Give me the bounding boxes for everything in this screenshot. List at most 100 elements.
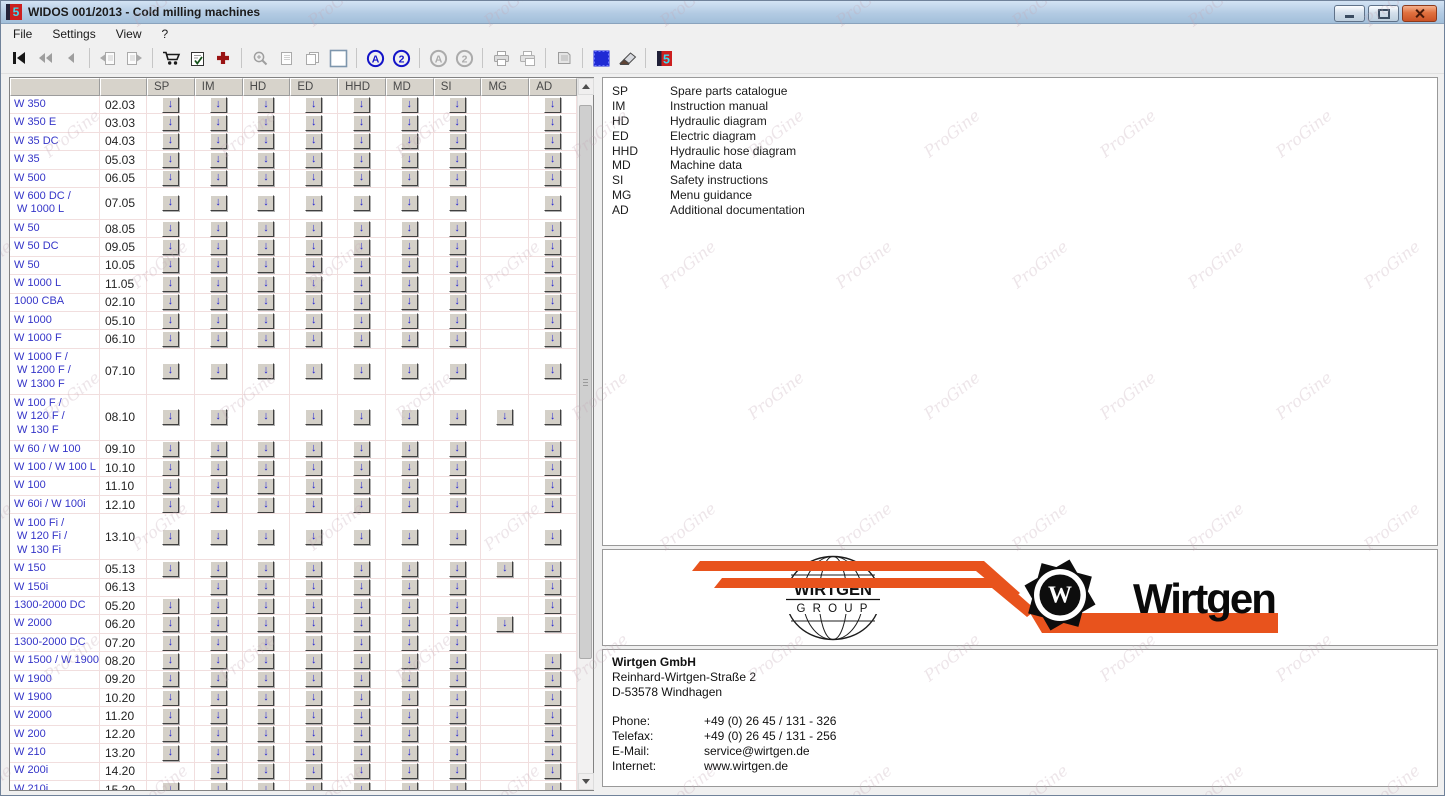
download-button-ad[interactable]: ↓ <box>544 598 561 614</box>
maximize-button[interactable] <box>1368 5 1399 22</box>
download-button-md[interactable]: ↓ <box>401 745 418 761</box>
download-button-im[interactable]: ↓ <box>210 152 227 168</box>
scroll-thumb[interactable] <box>579 105 592 659</box>
download-button-ad[interactable]: ↓ <box>544 115 561 131</box>
download-button-ed[interactable]: ↓ <box>305 195 322 211</box>
download-button-md[interactable]: ↓ <box>401 257 418 273</box>
download-button-ed[interactable]: ↓ <box>305 441 322 457</box>
download-button-ad[interactable]: ↓ <box>544 653 561 669</box>
download-button-sp[interactable]: ↓ <box>162 441 179 457</box>
download-button-ed[interactable]: ↓ <box>305 561 322 577</box>
download-button-sp[interactable]: ↓ <box>162 460 179 476</box>
download-button-ad[interactable]: ↓ <box>544 708 561 724</box>
download-button-hd[interactable]: ↓ <box>257 635 274 651</box>
download-button-hd[interactable]: ↓ <box>257 313 274 329</box>
download-button-si[interactable]: ↓ <box>449 708 466 724</box>
download-button-im[interactable]: ↓ <box>210 294 227 310</box>
download-button-ad[interactable]: ↓ <box>544 460 561 476</box>
page-back-button[interactable] <box>95 46 121 71</box>
download-button-hhd[interactable]: ↓ <box>353 460 370 476</box>
download-button-si[interactable]: ↓ <box>449 671 466 687</box>
download-button-si[interactable]: ↓ <box>449 598 466 614</box>
download-button-hhd[interactable]: ↓ <box>353 478 370 494</box>
download-button-ed[interactable]: ↓ <box>305 133 322 149</box>
first-record-button[interactable] <box>6 46 32 71</box>
close-button[interactable] <box>1402 5 1437 22</box>
page-copy-button[interactable] <box>299 46 325 71</box>
page-view-button[interactable] <box>273 46 299 71</box>
download-button-im[interactable]: ↓ <box>210 671 227 687</box>
download-button-ed[interactable]: ↓ <box>305 239 322 255</box>
download-button-si[interactable]: ↓ <box>449 635 466 651</box>
download-button-si[interactable]: ↓ <box>449 763 466 779</box>
selection-box-button[interactable] <box>325 46 351 71</box>
download-button-ad[interactable]: ↓ <box>544 478 561 494</box>
download-button-si[interactable]: ↓ <box>449 745 466 761</box>
download-button-md[interactable]: ↓ <box>401 653 418 669</box>
machine-link[interactable]: 1000 CBA <box>10 294 100 311</box>
download-button-ad[interactable]: ↓ <box>544 561 561 577</box>
download-button-sp[interactable]: ↓ <box>162 726 179 742</box>
download-button-hhd[interactable]: ↓ <box>353 782 370 790</box>
download-button-sp[interactable]: ↓ <box>162 782 179 790</box>
download-button-ad[interactable]: ↓ <box>544 313 561 329</box>
download-button-si[interactable]: ↓ <box>449 331 466 347</box>
download-button-im[interactable]: ↓ <box>210 363 227 379</box>
download-button-sp[interactable]: ↓ <box>162 598 179 614</box>
download-button-im[interactable]: ↓ <box>210 257 227 273</box>
download-button-ed[interactable]: ↓ <box>305 97 322 113</box>
download-button-hhd[interactable]: ↓ <box>353 115 370 131</box>
select-all-button[interactable] <box>588 46 614 71</box>
download-button-md[interactable]: ↓ <box>401 598 418 614</box>
machine-link[interactable]: W 50 <box>10 257 100 274</box>
machine-link[interactable]: W 1900 <box>10 671 100 688</box>
download-button-sp[interactable]: ↓ <box>162 133 179 149</box>
download-button-im[interactable]: ↓ <box>210 653 227 669</box>
download-button-sp[interactable]: ↓ <box>162 363 179 379</box>
download-button-md[interactable]: ↓ <box>401 561 418 577</box>
download-button-hd[interactable]: ↓ <box>257 726 274 742</box>
download-button-ad[interactable]: ↓ <box>544 221 561 237</box>
download-button-mg[interactable]: ↓ <box>496 561 513 577</box>
download-button-hd[interactable]: ↓ <box>257 257 274 273</box>
page-forward-button[interactable] <box>121 46 147 71</box>
menu-view[interactable]: View <box>106 25 152 43</box>
machine-link[interactable]: W 600 DC / W 1000 L <box>10 188 100 219</box>
download-button-si[interactable]: ↓ <box>449 616 466 632</box>
machine-link[interactable]: W 100 F / W 120 F / W 130 F <box>10 395 100 440</box>
download-button-hd[interactable]: ↓ <box>257 745 274 761</box>
download-button-sp[interactable]: ↓ <box>162 221 179 237</box>
download-button-ad[interactable]: ↓ <box>544 170 561 186</box>
machine-link[interactable]: W 1500 / W 1900 <box>10 652 100 669</box>
machine-link[interactable]: W 35 DC <box>10 133 100 150</box>
vertical-scrollbar[interactable] <box>577 78 593 790</box>
print-button[interactable] <box>488 46 514 71</box>
download-button-ad[interactable]: ↓ <box>544 409 561 425</box>
download-button-ad[interactable]: ↓ <box>544 257 561 273</box>
machine-link[interactable]: W 350 E <box>10 114 100 131</box>
download-button-hhd[interactable]: ↓ <box>353 170 370 186</box>
download-button-hd[interactable]: ↓ <box>257 170 274 186</box>
download-button-hd[interactable]: ↓ <box>257 561 274 577</box>
download-button-mg[interactable]: ↓ <box>496 409 513 425</box>
download-button-hd[interactable]: ↓ <box>257 441 274 457</box>
download-button-im[interactable]: ↓ <box>210 726 227 742</box>
notes-button[interactable] <box>551 46 577 71</box>
download-button-ed[interactable]: ↓ <box>305 363 322 379</box>
download-button-ed[interactable]: ↓ <box>305 497 322 513</box>
download-button-ad[interactable]: ↓ <box>544 726 561 742</box>
download-button-hd[interactable]: ↓ <box>257 409 274 425</box>
order-form-button[interactable] <box>184 46 210 71</box>
download-button-ad[interactable]: ↓ <box>544 133 561 149</box>
download-button-hd[interactable]: ↓ <box>257 294 274 310</box>
download-button-im[interactable]: ↓ <box>210 313 227 329</box>
download-button-ed[interactable]: ↓ <box>305 671 322 687</box>
download-button-hhd[interactable]: ↓ <box>353 97 370 113</box>
download-button-hhd[interactable]: ↓ <box>353 133 370 149</box>
download-button-md[interactable]: ↓ <box>401 497 418 513</box>
download-button-si[interactable]: ↓ <box>449 460 466 476</box>
download-button-md[interactable]: ↓ <box>401 97 418 113</box>
machine-link[interactable]: W 60 / W 100 <box>10 441 100 458</box>
download-button-sp[interactable]: ↓ <box>162 690 179 706</box>
download-button-im[interactable]: ↓ <box>210 478 227 494</box>
